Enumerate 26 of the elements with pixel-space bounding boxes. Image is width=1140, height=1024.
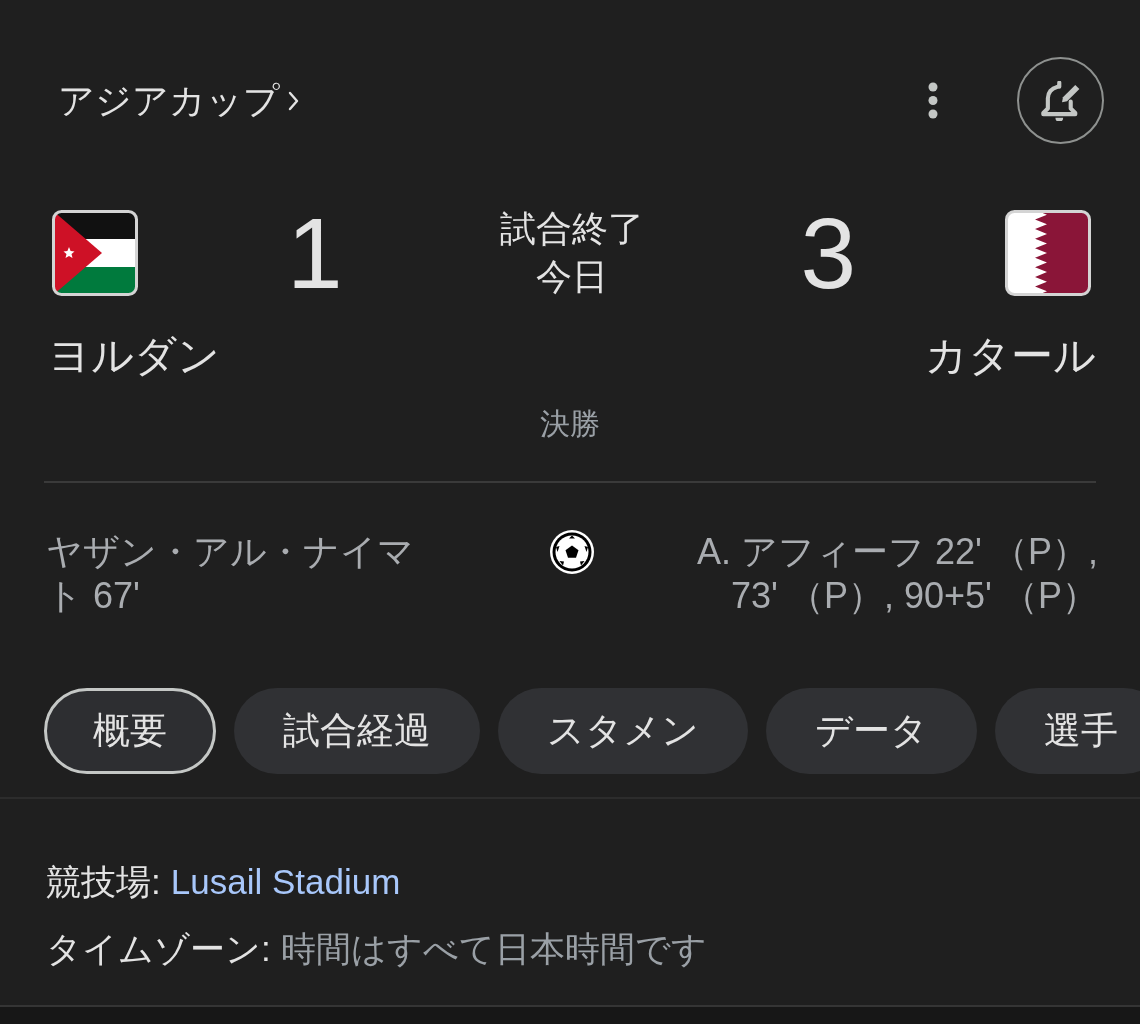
match-date: 今日 bbox=[535, 255, 608, 299]
tab[interactable]: データ bbox=[766, 688, 977, 774]
goal-scorers: A. アフィーフ 22' （P）, 73' （P）, 90+5' （P） bbox=[696, 530, 1098, 618]
competition-link[interactable]: アジアカップ bbox=[58, 76, 299, 125]
team-name: カタール bbox=[925, 331, 1096, 381]
tab[interactable]: 試合経過 bbox=[234, 688, 480, 774]
soccer-ball-icon bbox=[550, 530, 594, 574]
tab[interactable]: 選手 bbox=[995, 688, 1140, 774]
notification-button[interactable] bbox=[1017, 57, 1104, 144]
detail-value: 時間はすべて日本時間です bbox=[280, 928, 707, 970]
detail-label: タイムゾーン: bbox=[46, 928, 271, 970]
more-options-icon[interactable] bbox=[928, 82, 938, 119]
flag-icon bbox=[52, 210, 138, 296]
chevron-right-icon bbox=[288, 90, 299, 111]
tab[interactable]: スタメン bbox=[498, 688, 748, 774]
team-name: ヨルダン bbox=[48, 331, 220, 381]
bell-icon bbox=[1040, 80, 1081, 121]
match-status: 試合終了 bbox=[499, 207, 644, 251]
venue-link[interactable]: Lusail Stadium bbox=[170, 858, 401, 906]
detail-label: 競技場: bbox=[46, 861, 161, 903]
team-score: 3 bbox=[799, 203, 858, 303]
match-stage: 決勝 bbox=[540, 406, 600, 442]
goal-scorers: ヤザン・アル・ナイマト 67' bbox=[46, 530, 415, 618]
tab[interactable]: 概要 bbox=[44, 688, 216, 774]
flag-icon bbox=[1005, 210, 1091, 296]
team-score: 1 bbox=[285, 203, 344, 303]
